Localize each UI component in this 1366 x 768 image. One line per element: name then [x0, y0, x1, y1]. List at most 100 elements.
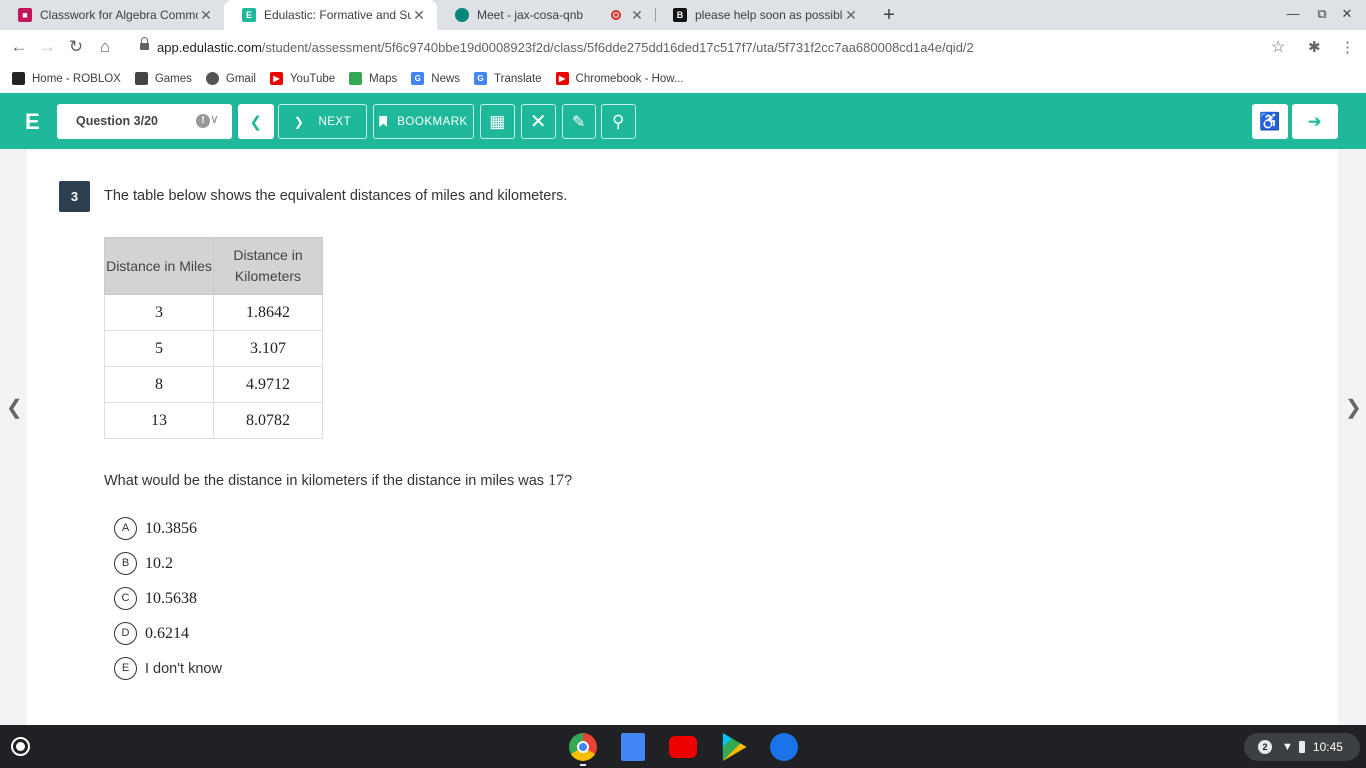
chevron-right-icon: ❯ [293, 114, 305, 129]
extensions-icon[interactable]: ✱ [1308, 38, 1321, 56]
exit-button[interactable]: ➜ [1292, 104, 1338, 139]
accessibility-icon: ♿ [1259, 111, 1281, 131]
search-icon: ⚲ [612, 111, 625, 131]
games-icon [134, 72, 148, 85]
edulastic-icon: E [242, 8, 256, 22]
question-stage: ❮ ❯ 3 The table below shows the equivale… [0, 149, 1366, 725]
launcher-icon[interactable] [11, 737, 30, 756]
choice-a[interactable]: A 10.3856 [114, 517, 197, 540]
conversion-table: Distance in Miles Distance in Kilometers… [104, 237, 323, 439]
table-row: 8 4.9712 [104, 366, 323, 403]
miles-cell: 13 [104, 402, 214, 439]
choice-e[interactable]: E I don't know [114, 657, 222, 680]
youtube-icon: ▶ [269, 72, 283, 85]
youtube-icon[interactable] [669, 736, 697, 758]
question-selector[interactable]: Question 3/20 ! ∨ [57, 104, 232, 139]
next-button[interactable]: ❯ NEXT [278, 104, 367, 139]
clock: 10:45 [1312, 740, 1343, 754]
maps-icon [349, 72, 363, 85]
meet-icon [455, 8, 469, 22]
recording-icon [611, 10, 621, 20]
bookmark-button[interactable]: BOOKMARK [373, 104, 474, 139]
wifi-icon: ▼ [1282, 741, 1293, 753]
bookmark-gmail[interactable]: Gmail [205, 72, 256, 85]
question-card: 3 The table below shows the equivalent d… [27, 149, 1338, 725]
bookmark-roblox[interactable]: Home - ROBLOX [12, 72, 121, 85]
tab-classwork[interactable]: ■ Classwork for Algebra Common ✕ [0, 0, 224, 30]
brainly-icon: B [673, 8, 687, 22]
url-path: /student/assessment/5f6c9740bbe19d000892… [261, 40, 974, 55]
youtube-icon: ▶ [555, 72, 569, 85]
close-icon[interactable]: ✕ [198, 7, 214, 24]
star-icon[interactable]: ☆ [1271, 37, 1285, 57]
chevron-down-icon: ∨ [210, 112, 219, 126]
menu-icon[interactable]: ⋮ [1340, 38, 1355, 56]
table-row: 5 3.107 [104, 330, 323, 367]
tab-brainly[interactable]: B please help soon as possible - Br ✕ [655, 0, 869, 30]
close-icon[interactable]: ✕ [629, 7, 645, 24]
km-cell: 4.9712 [213, 366, 323, 403]
tab-meet[interactable]: Meet - jax-cosa-qnb ✕ [437, 0, 655, 30]
classroom-icon: ■ [18, 8, 32, 22]
close-window-icon[interactable]: ✕ [1337, 6, 1357, 22]
restore-icon[interactable]: ⧉ [1312, 6, 1332, 22]
close-icon[interactable]: ✕ [843, 7, 859, 24]
eliminate-button[interactable]: ✕ [521, 104, 556, 139]
table-row: 13 8.0782 [104, 402, 323, 439]
new-tab-button[interactable]: + [878, 4, 900, 26]
news-icon: G [411, 72, 425, 85]
info-icon: ! [196, 114, 210, 128]
forward-icon[interactable]: → [36, 36, 58, 58]
browser-toolbar: ← → ↻ ⌂ app.edulastic.com/student/assess… [0, 30, 1366, 64]
bookmark-youtube[interactable]: ▶ YouTube [269, 72, 335, 85]
choice-b[interactable]: B 10.2 [114, 552, 173, 575]
km-cell: 8.0782 [213, 402, 323, 439]
magnifier-button[interactable]: ⚲ [601, 104, 636, 139]
bookmark-icon [379, 116, 388, 127]
bookmark-chromebook[interactable]: ▶ Chromebook - How... [555, 72, 684, 85]
url-host: app.edulastic.com [157, 40, 262, 55]
choice-c[interactable]: C 10.5638 [114, 587, 197, 610]
translate-icon: G [474, 72, 488, 85]
bookmark-maps[interactable]: Maps [349, 72, 397, 85]
play-store-icon[interactable] [722, 733, 747, 761]
close-icon[interactable]: ✕ [411, 7, 427, 24]
edulastic-logo: E [25, 109, 40, 134]
status-tray[interactable]: 2 ▼ 10:45 [1244, 733, 1360, 761]
table-header: Distance in Kilometers [213, 237, 323, 295]
miles-value: 17 [548, 472, 565, 489]
miles-cell: 8 [104, 366, 214, 403]
exit-icon: ➜ [1307, 111, 1323, 131]
system-shelf: 2 ▼ 10:45 [0, 725, 1366, 768]
chrome-icon[interactable] [569, 733, 597, 761]
bookmark-news[interactable]: G News [411, 72, 460, 85]
scratchpad-button[interactable]: ✎ [562, 104, 596, 139]
bookmark-translate[interactable]: G Translate [474, 72, 542, 85]
grid-icon: ▦ [489, 111, 506, 131]
tab-strip: ■ Classwork for Algebra Common ✕ E Edula… [0, 0, 1366, 30]
minimize-icon[interactable]: — [1283, 6, 1303, 21]
choice-d[interactable]: D 0.6214 [114, 622, 189, 645]
home-icon[interactable]: ⌂ [94, 36, 116, 58]
messages-icon[interactable] [770, 733, 798, 761]
question-number: 3 [59, 181, 90, 212]
bookmark-games[interactable]: Games [134, 72, 192, 85]
docs-icon[interactable] [621, 733, 645, 761]
question-grid-button[interactable]: ▦ [480, 104, 515, 139]
roblox-icon [12, 72, 25, 85]
chevron-right-icon[interactable]: ❯ [1345, 395, 1362, 420]
address-bar[interactable]: app.edulastic.com/student/assessment/5f6… [128, 33, 1296, 61]
accessibility-button[interactable]: ♿ [1252, 104, 1288, 139]
notification-count: 2 [1258, 740, 1272, 754]
reload-icon[interactable]: ↻ [65, 36, 87, 58]
lock-icon [140, 37, 149, 52]
miles-cell: 3 [104, 294, 214, 331]
previous-button[interactable]: ❮ [238, 104, 274, 139]
globe-icon [205, 72, 219, 85]
chevron-left-icon[interactable]: ❮ [6, 395, 23, 420]
back-icon[interactable]: ← [8, 36, 30, 58]
bookmarks-bar: Home - ROBLOX Games Gmail ▶ YouTube Maps … [0, 64, 1366, 93]
table-header: Distance in Miles [104, 237, 214, 295]
miles-cell: 5 [104, 330, 214, 367]
tab-edulastic[interactable]: E Edulastic: Formative and Summ ✕ [224, 0, 437, 30]
